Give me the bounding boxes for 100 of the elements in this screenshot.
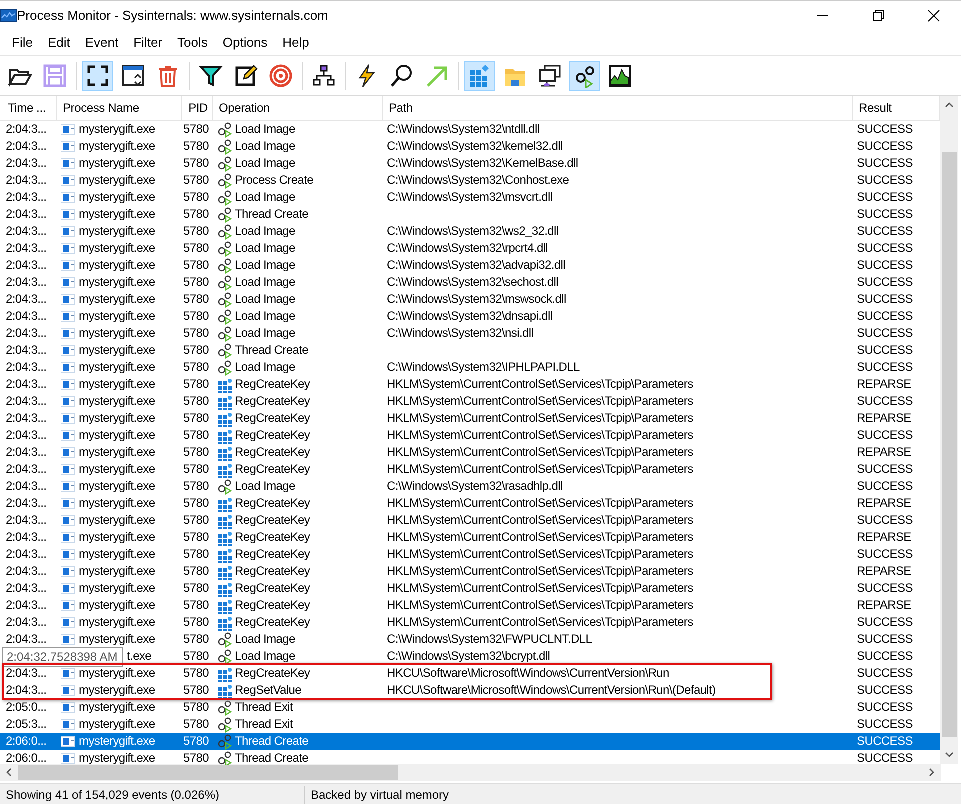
- table-cell: RegCreateKey: [235, 563, 310, 580]
- table-cell: 2:04:3...: [6, 274, 47, 291]
- menu-item[interactable]: Help: [276, 35, 318, 50]
- selected-row[interactable]: 2:06:0... mysterygift.exe 5780 Thread Create SUCCESS: [0, 733, 940, 750]
- column-header[interactable]: Process Name: [57, 96, 182, 120]
- menu-item[interactable]: Tools: [170, 35, 216, 50]
- table-cell: HKCU\Software\Microsoft\Windows\CurrentVersion\Run: [387, 665, 670, 682]
- application-icon: [61, 362, 76, 373]
- table-cell: 5780: [184, 121, 209, 138]
- table-cell: mysterygift.exe: [79, 206, 156, 223]
- table-cell: SUCCESS: [857, 257, 913, 274]
- scrollbar-thumb[interactable]: [942, 152, 956, 737]
- gears-icon: [217, 138, 233, 154]
- table-cell: SUCCESS: [857, 665, 913, 682]
- restore-icon: [872, 10, 884, 21]
- table-cell: SUCCESS: [857, 359, 913, 376]
- table-cell: SUCCESS: [857, 206, 913, 223]
- registry-blocks-icon: [217, 444, 233, 460]
- table-cell: HKLM\System\CurrentControlSet\Services\Tcpip\Parameters: [387, 529, 694, 546]
- column-header[interactable]: Path: [383, 96, 853, 120]
- gears-icon: [217, 716, 233, 732]
- tree-diagram-icon: [312, 64, 336, 88]
- column-header[interactable]: Time ...: [2, 96, 57, 120]
- menu-item[interactable]: Options: [216, 35, 276, 50]
- table-cell: 2:06:0...: [6, 733, 47, 750]
- table-cell: mysterygift.exe: [79, 495, 156, 512]
- registry-blocks-icon: [217, 462, 233, 478]
- funnel-icon: [198, 64, 222, 88]
- column-header[interactable]: Operation: [213, 96, 383, 120]
- status-text: Showing 41 of 154,029 events (0.026%): [0, 786, 305, 804]
- table-cell: C:\Windows\System32\msvcrt.dll: [387, 189, 553, 206]
- table-cell: 5780: [184, 138, 209, 155]
- table-cell: HKLM\System\CurrentControlSet\Services\Tcpip\Parameters: [387, 410, 694, 427]
- gears-icon: [217, 326, 233, 342]
- table-cell: Load Image: [235, 308, 296, 325]
- table-cell: RegCreateKey: [235, 546, 310, 563]
- table-cell: C:\Windows\System32\IPHLPAPI.DLL: [387, 359, 580, 376]
- table-cell: mysterygift.exe: [79, 172, 156, 189]
- gears-icon: [217, 190, 233, 206]
- application-icon: [61, 379, 76, 390]
- table-cell: mysterygift.exe: [79, 189, 156, 206]
- menu-item[interactable]: File: [5, 35, 41, 50]
- registry-blocks-icon: [217, 410, 233, 426]
- table-cell: 5780: [184, 563, 209, 580]
- pencil-square-icon: [234, 64, 258, 88]
- scrollbar-thumb[interactable]: [18, 765, 398, 780]
- table-cell: C:\Windows\System32\rasadhlp.dll: [387, 478, 563, 495]
- table-cell: SUCCESS: [857, 733, 913, 750]
- table-cell: Load Image: [235, 648, 296, 665]
- table-cell: SUCCESS: [857, 716, 913, 733]
- table-cell: SUCCESS: [857, 308, 913, 325]
- table-cell: SUCCESS: [857, 223, 913, 240]
- table-cell: 2:05:0...: [6, 699, 47, 716]
- table-cell: 2:04:3...: [6, 325, 47, 342]
- gears-icon: [217, 156, 233, 172]
- table-cell: RegCreateKey: [235, 461, 310, 478]
- menu-item[interactable]: Edit: [40, 35, 78, 50]
- table-cell: REPARSE: [857, 597, 912, 614]
- table-cell: Load Image: [235, 223, 296, 240]
- table-cell: Thread Create: [235, 750, 308, 767]
- table-cell: Load Image: [235, 155, 296, 172]
- table-cell: 2:04:3...: [6, 189, 47, 206]
- application-icon: [61, 192, 76, 203]
- table-cell: 2:04:3...: [6, 291, 47, 308]
- table-cell: Load Image: [235, 325, 296, 342]
- status-text: Backed by virtual memory: [310, 787, 450, 804]
- table-cell: RegCreateKey: [235, 665, 310, 682]
- table-cell: HKLM\System\CurrentControlSet\Services\Tcpip\Parameters: [387, 495, 694, 512]
- application-icon: [61, 294, 76, 305]
- table-cell: mysterygift.exe: [79, 240, 156, 257]
- menu-item[interactable]: Filter: [126, 35, 170, 50]
- table-cell: 2:04:3...: [6, 393, 47, 410]
- table-cell: mysterygift.exe: [79, 359, 156, 376]
- table-cell: 2:04:3...: [6, 376, 47, 393]
- table-cell: Load Image: [235, 240, 296, 257]
- table-cell: RegCreateKey: [235, 597, 310, 614]
- column-header[interactable]: PID: [182, 96, 213, 120]
- table-cell: HKLM\System\CurrentControlSet\Services\Tcpip\Parameters: [387, 444, 694, 461]
- table-cell: Load Image: [235, 138, 296, 155]
- table-cell: SUCCESS: [857, 121, 913, 138]
- toolbar-button[interactable]: [82, 60, 113, 90]
- application-icon: [61, 515, 76, 526]
- table-cell: 2:04:3...: [6, 206, 47, 223]
- registry-blocks-icon: [468, 64, 492, 88]
- table-cell: mysterygift.exe: [79, 155, 156, 172]
- table-cell: mysterygift.exe: [79, 325, 156, 342]
- application-icon: [61, 702, 76, 713]
- application-icon: [61, 260, 76, 271]
- application-icon: [61, 158, 76, 169]
- table-cell: RegCreateKey: [235, 580, 310, 597]
- table-cell: RegCreateKey: [235, 495, 310, 512]
- toolbar-button[interactable]: [569, 60, 600, 90]
- table-cell: 2:04:3...: [6, 172, 47, 189]
- menu-item[interactable]: Event: [78, 35, 127, 50]
- table-cell: mysterygift.exe: [79, 427, 156, 444]
- table-cell: 2:06:0...: [6, 750, 47, 767]
- table-cell: 2:04:3...: [6, 597, 47, 614]
- chart-icon: [608, 64, 632, 88]
- table-cell: mysterygift.exe: [79, 138, 156, 155]
- table-cell: 5780: [184, 512, 209, 529]
